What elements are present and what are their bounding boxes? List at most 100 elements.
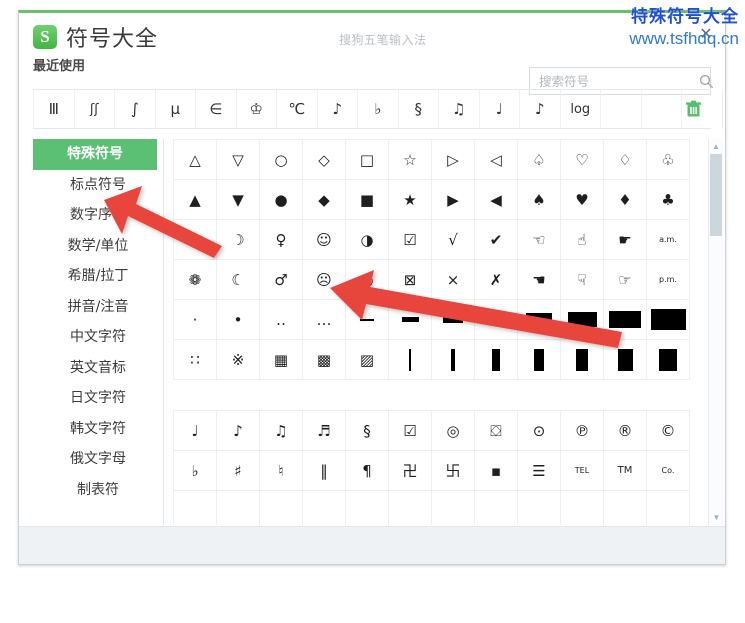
symbol-cell[interactable]: ♢	[604, 140, 647, 180]
symbol-cell[interactable]: ◑	[346, 220, 389, 260]
symbol-cell[interactable]: ▷	[432, 140, 475, 180]
symbol-cell[interactable]: ▨	[346, 340, 389, 380]
recent-symbol-cell[interactable]: ♩	[480, 90, 520, 128]
symbol-cell[interactable]: ✔	[475, 220, 518, 260]
symbol-cell[interactable]: ☝	[561, 220, 604, 260]
symbol-cell[interactable]: ❁	[174, 260, 217, 300]
symbol-cell[interactable]: ×	[432, 260, 475, 300]
symbol-cell[interactable]: ¶	[346, 451, 389, 491]
recent-symbol-cell[interactable]: ʃʃ	[75, 90, 115, 128]
symbol-cell[interactable]: ☛	[604, 220, 647, 260]
symbol-cell-bar[interactable]	[561, 300, 604, 340]
symbol-cell-bar[interactable]	[475, 340, 518, 380]
symbol-cell-bar[interactable]	[604, 340, 647, 380]
sidebar-item-6[interactable]: 中文字符	[33, 322, 163, 353]
recent-symbol-cell[interactable]: ♪	[318, 90, 358, 128]
symbol-cell[interactable]: ☼	[174, 220, 217, 260]
symbol-cell[interactable]: ◐	[346, 260, 389, 300]
symbol-cell-bar[interactable]	[389, 300, 432, 340]
symbol-cell[interactable]: TM	[604, 451, 647, 491]
symbol-cell[interactable]: ▶	[432, 180, 475, 220]
close-icon[interactable]: ✕	[697, 25, 715, 43]
symbol-cell[interactable]: Co.	[647, 451, 690, 491]
symbol-cell[interactable]: 卍	[389, 451, 432, 491]
symbol-cell[interactable]: ⛋	[475, 411, 518, 451]
symbol-cell-bar[interactable]	[647, 340, 690, 380]
recent-symbol-cell[interactable]: ∈	[196, 90, 237, 128]
symbol-cell[interactable]: ♮	[260, 451, 303, 491]
symbol-cell-bar[interactable]	[604, 300, 647, 340]
symbol-cell-bar[interactable]	[389, 340, 432, 380]
symbol-cell[interactable]: ●	[260, 180, 303, 220]
symbol-cell-bar[interactable]	[518, 340, 561, 380]
symbol-cell[interactable]: ☆	[389, 140, 432, 180]
symbol-cell[interactable]: ✗	[475, 260, 518, 300]
symbol-cell[interactable]: ▪	[475, 451, 518, 491]
symbol-cell[interactable]: ◎	[432, 411, 475, 451]
symbol-cell[interactable]: ®	[604, 411, 647, 451]
symbol-cell[interactable]: ♯	[217, 451, 260, 491]
symbol-cell[interactable]: ☚	[518, 260, 561, 300]
sidebar-item-1[interactable]: 标点符号	[33, 170, 163, 201]
symbol-cell[interactable]: ☑	[389, 411, 432, 451]
symbol-cell-bar[interactable]	[647, 300, 690, 340]
symbol-cell[interactable]: ※	[217, 340, 260, 380]
symbol-cell[interactable]: ♫	[260, 411, 303, 451]
symbol-cell[interactable]: ▽	[217, 140, 260, 180]
scroll-up-icon[interactable]: ▲	[709, 139, 723, 154]
symbol-cell[interactable]: ♡	[561, 140, 604, 180]
sidebar-item-0[interactable]: 特殊符号	[33, 139, 157, 170]
symbol-cell[interactable]: ★	[389, 180, 432, 220]
symbol-cell[interactable]: ◆	[303, 180, 346, 220]
symbol-cell-bar[interactable]	[518, 300, 561, 340]
recent-symbol-cell[interactable]: log	[561, 90, 601, 128]
symbol-cell[interactable]: ⊠	[389, 260, 432, 300]
symbol-cell[interactable]: ▲	[174, 180, 217, 220]
recent-symbol-cell[interactable]: ♭	[358, 90, 399, 128]
symbol-cell-bar[interactable]	[432, 340, 475, 380]
symbol-cell[interactable]: √	[432, 220, 475, 260]
symbol-cell[interactable]: ©	[647, 411, 690, 451]
symbol-cell[interactable]: ·	[174, 300, 217, 340]
sidebar-item-4[interactable]: 希腊/拉丁	[33, 261, 163, 292]
symbol-cell-bar[interactable]	[432, 300, 475, 340]
symbol-cell-bar[interactable]	[346, 300, 389, 340]
symbol-cell[interactable]: p.m.	[647, 260, 690, 300]
symbol-cell[interactable]: ☰	[518, 451, 561, 491]
symbol-cell[interactable]: ◀	[475, 180, 518, 220]
symbol-cell[interactable]: ♤	[518, 140, 561, 180]
symbol-cell[interactable]: ☽	[217, 220, 260, 260]
symbol-cell-bar[interactable]	[475, 300, 518, 340]
symbol-cell[interactable]: ◇	[303, 140, 346, 180]
symbol-cell[interactable]: ☞	[604, 260, 647, 300]
recent-symbol-cell[interactable]: μ	[156, 90, 196, 128]
symbol-cell[interactable]: ☹	[303, 260, 346, 300]
symbol-cell[interactable]: ‥	[260, 300, 303, 340]
sidebar-item-11[interactable]: 制表符	[33, 475, 163, 506]
symbol-cell[interactable]: ☺	[303, 220, 346, 260]
symbol-cell[interactable]: △	[174, 140, 217, 180]
symbol-cell[interactable]: ℗	[561, 411, 604, 451]
sidebar-item-2[interactable]: 数字序号	[33, 200, 163, 231]
sidebar-item-7[interactable]: 英文音标	[33, 353, 163, 384]
symbol-cell[interactable]: ♣	[647, 180, 690, 220]
sidebar-item-5[interactable]: 拼音/注音	[33, 292, 163, 323]
recent-symbol-cell[interactable]: ♫	[439, 90, 480, 128]
symbol-cell[interactable]: ♠	[518, 180, 561, 220]
symbol-cell[interactable]: □	[346, 140, 389, 180]
symbol-cell-bar[interactable]	[561, 340, 604, 380]
symbol-cell[interactable]: ○	[260, 140, 303, 180]
symbol-cell[interactable]: ☾	[217, 260, 260, 300]
recent-symbol-cell[interactable]: ∫	[115, 90, 156, 128]
symbol-cell[interactable]: ⊙	[518, 411, 561, 451]
symbol-cell[interactable]: ♥	[561, 180, 604, 220]
symbol-cell[interactable]: ∷	[174, 340, 217, 380]
symbol-cell[interactable]: 卐	[432, 451, 475, 491]
sidebar-item-3[interactable]: 数学/单位	[33, 231, 163, 262]
sidebar-item-10[interactable]: 俄文字母	[33, 444, 163, 475]
symbol-cell[interactable]: ♪	[217, 411, 260, 451]
symbol-cell[interactable]: ♂	[260, 260, 303, 300]
symbol-cell[interactable]: ‖	[303, 451, 346, 491]
symbol-cell[interactable]: ☜	[518, 220, 561, 260]
symbol-cell[interactable]: ▼	[217, 180, 260, 220]
